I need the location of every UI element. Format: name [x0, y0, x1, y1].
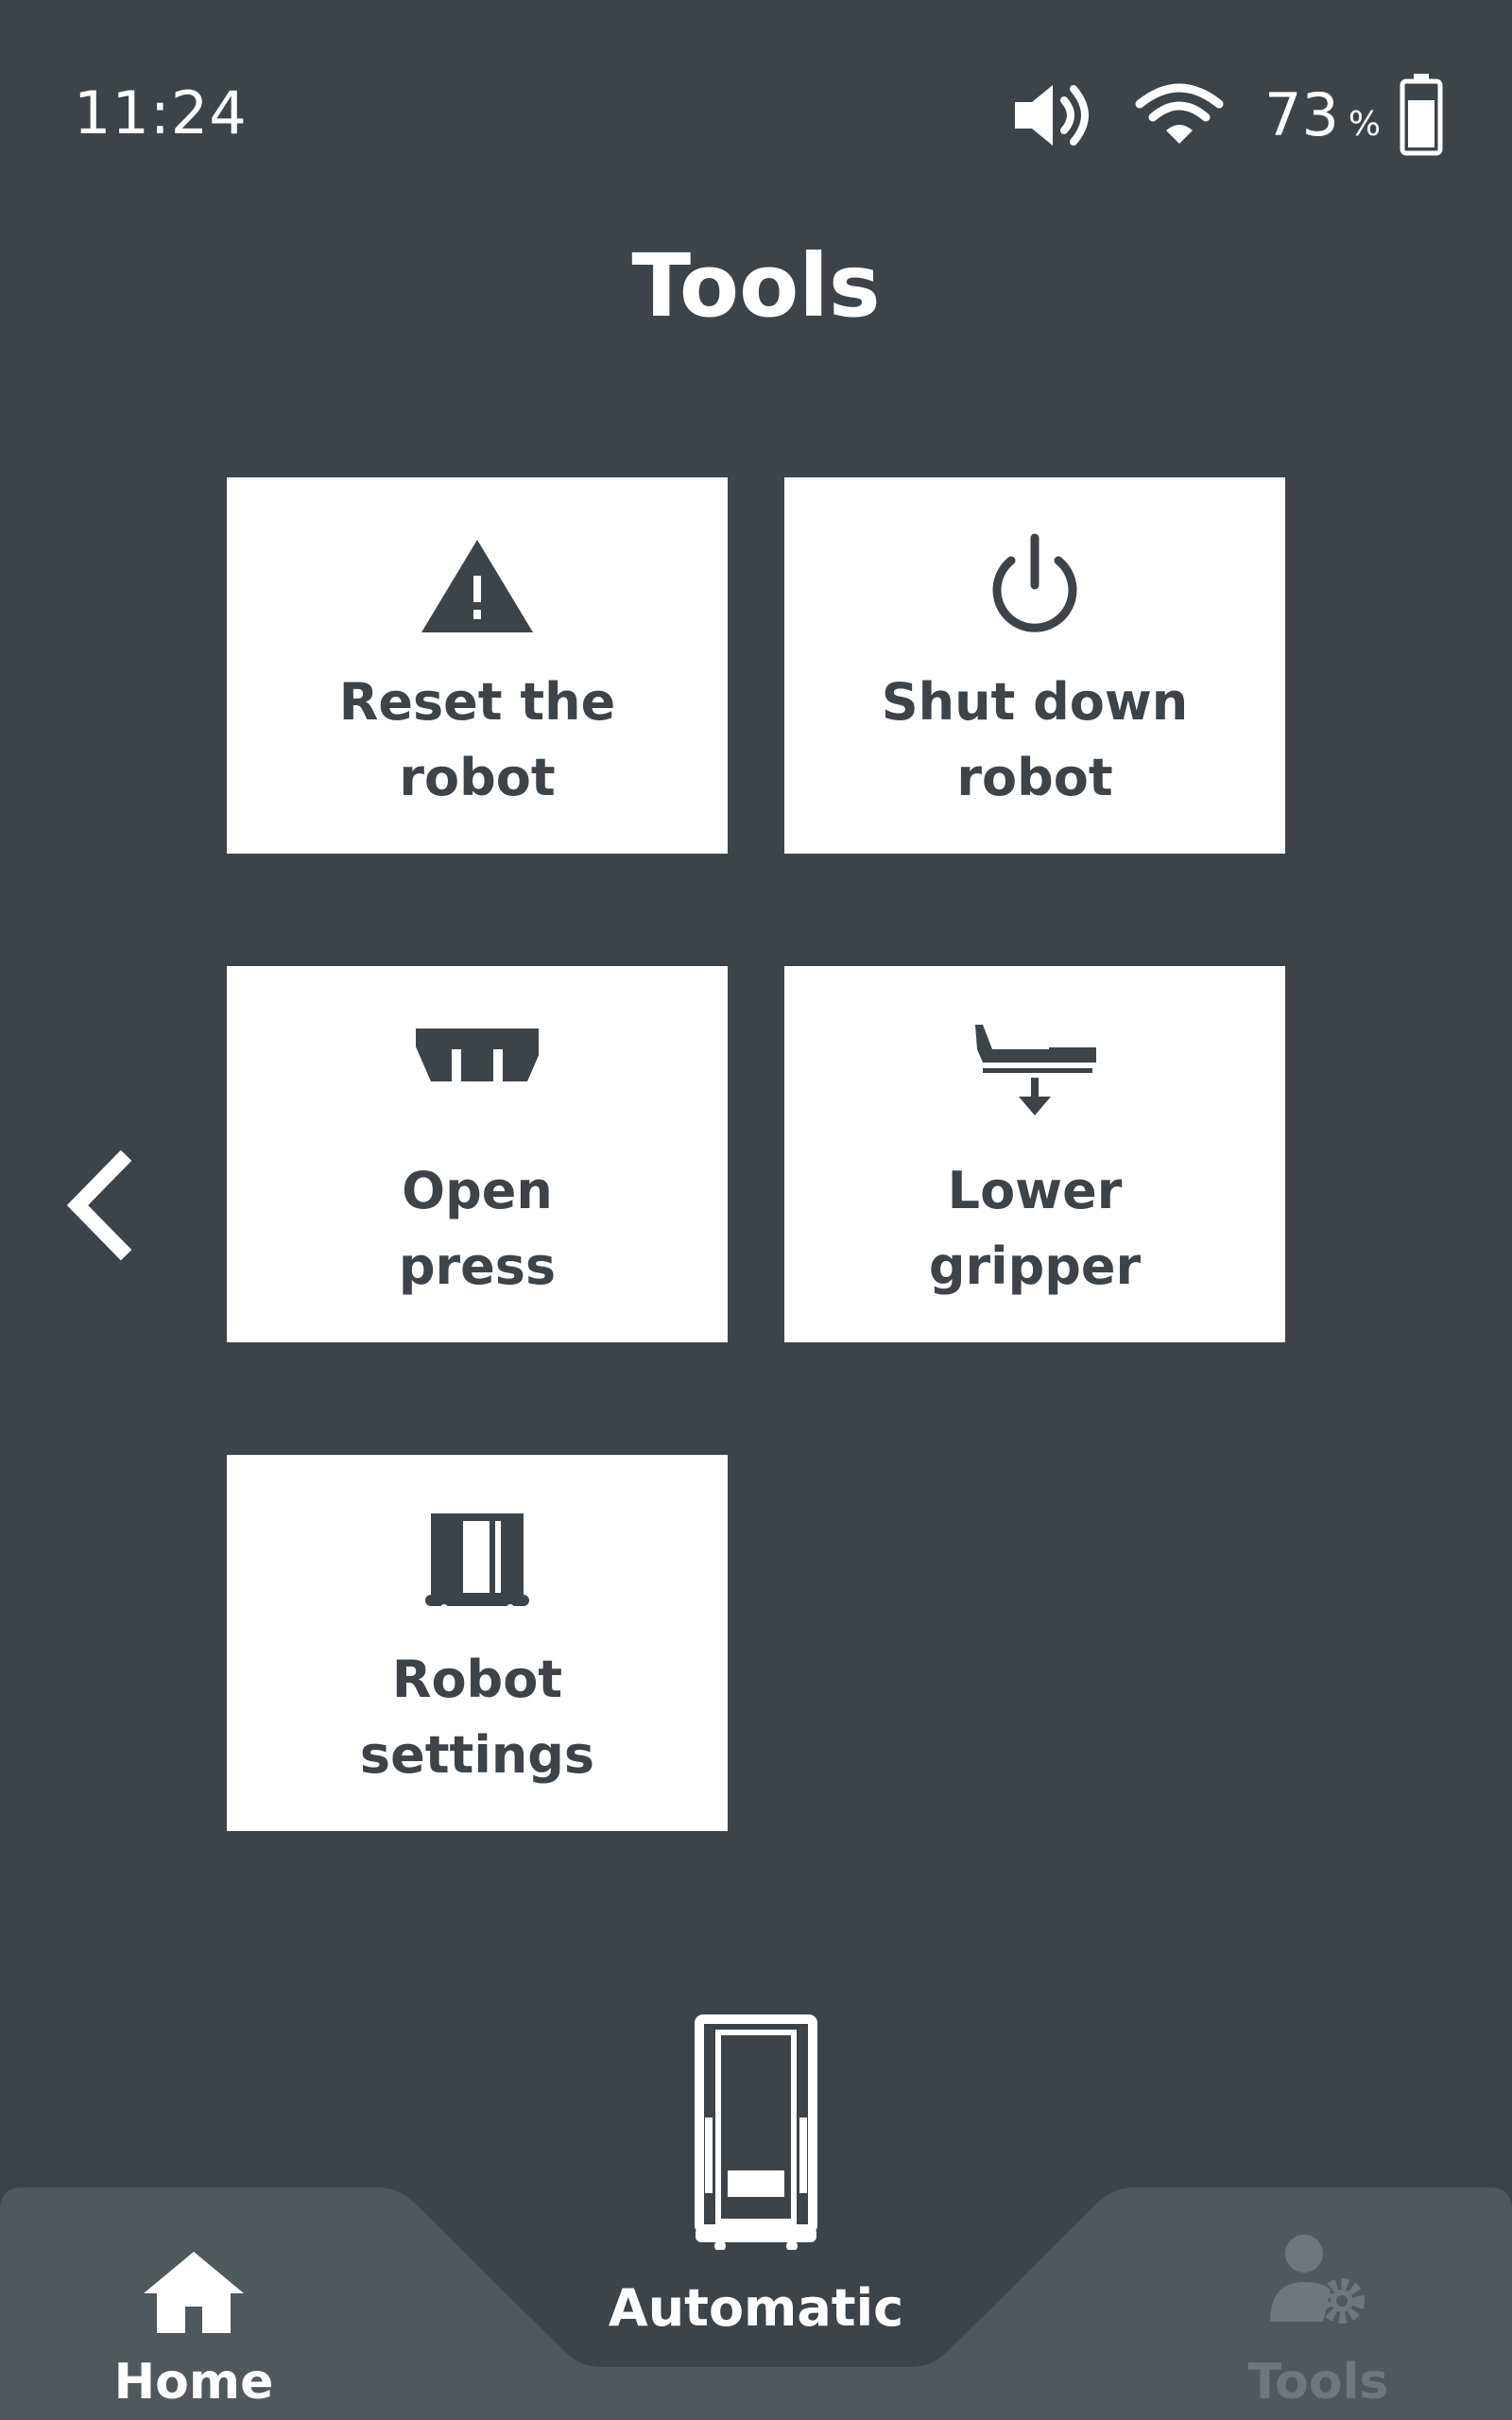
status-time: 11:24: [74, 78, 248, 147]
open-press-button[interactable]: Open press: [227, 966, 728, 1342]
reset-robot-button[interactable]: Reset the robot: [227, 477, 728, 854]
volume-icon: [1015, 85, 1089, 146]
gripper-lower-icon: [975, 1025, 1096, 1115]
battery-icon: [1400, 74, 1443, 156]
tile-label: Open press: [398, 1161, 557, 1296]
lower-gripper-button[interactable]: Lower gripper: [784, 966, 1285, 1342]
back-chevron-icon[interactable]: [57, 1144, 142, 1267]
nav-automatic-button[interactable]: Automatic: [567, 2004, 945, 2401]
battery-level: 73: [1264, 80, 1339, 149]
tile-label: Shut down robot: [881, 672, 1189, 807]
battery-percentage: 73%: [1264, 79, 1381, 161]
power-icon: [992, 533, 1077, 632]
tile-label: Lower gripper: [928, 1161, 1142, 1296]
tile-label: Robot settings: [359, 1650, 595, 1785]
shutdown-robot-button[interactable]: Shut down robot: [784, 477, 1285, 854]
nav-tools-button[interactable]: Tools: [1200, 2212, 1436, 2411]
user-gear-icon: [1270, 2235, 1365, 2324]
nav-tools-label: Tools: [1247, 2354, 1389, 2411]
bottom-navigation: Home Automatic Tools: [0, 2014, 1512, 2420]
robot-settings-button[interactable]: Robot settings: [227, 1455, 728, 1831]
home-icon: [144, 2252, 244, 2333]
page-title: Tools: [631, 235, 881, 337]
tile-label: Reset the robot: [338, 672, 616, 807]
nav-home-button[interactable]: Home: [76, 2212, 312, 2411]
tools-screen: 11:24 73% Tools Reset the robot Shut dow…: [0, 0, 1512, 2420]
status-indicators: 73%: [1002, 66, 1455, 161]
press-icon: [416, 1028, 539, 1081]
wifi-icon: [1135, 83, 1224, 144]
nav-home-label: Home: [113, 2354, 274, 2411]
battery-unit: %: [1348, 105, 1382, 144]
nav-automatic-label: Automatic: [608, 2278, 904, 2338]
robot-icon: [695, 2014, 817, 2250]
robot-settings-icon: [425, 1513, 529, 1612]
warning-icon: [421, 540, 533, 632]
